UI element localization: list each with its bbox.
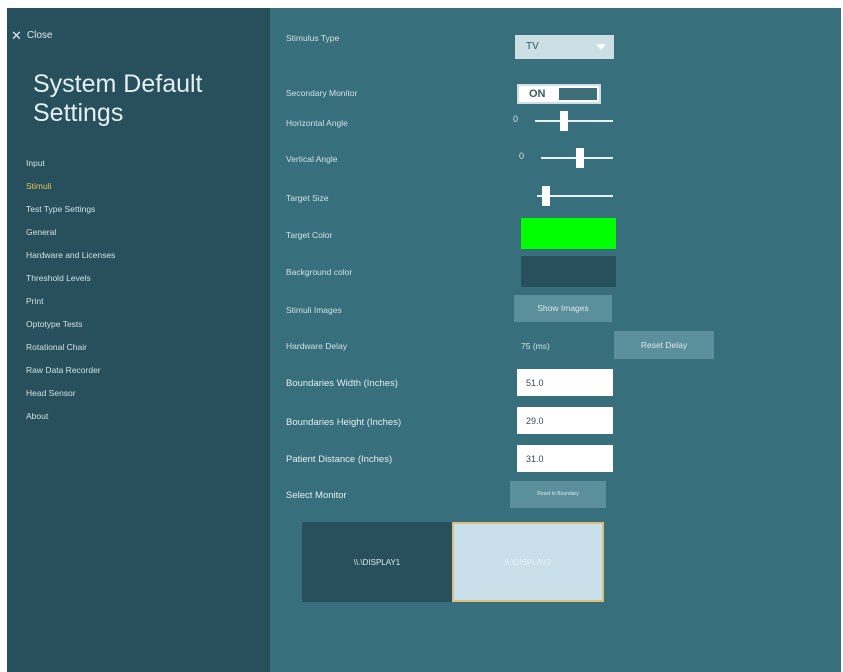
boundaries-height-label: Boundaries Height (Inches): [286, 417, 402, 428]
select-monitor-label: Select Monitor: [286, 490, 347, 501]
sidebar-item-head-sensor[interactable]: Head Sensor: [26, 382, 115, 405]
vertical-angle-label: Vertical Angle: [286, 154, 338, 164]
sidebar-item-about[interactable]: About: [26, 405, 115, 428]
horizontal-angle-min: 0: [513, 114, 519, 124]
hardware-delay-value: 75 (ms): [521, 341, 550, 351]
slider-thumb[interactable]: [542, 186, 550, 206]
slider-thumb[interactable]: [576, 148, 584, 168]
show-images-button[interactable]: Show Images: [514, 295, 612, 322]
patient-distance-input[interactable]: [517, 445, 613, 472]
secondary-monitor-label: Secondary Monitor: [286, 88, 358, 98]
chevron-down-icon: [596, 44, 606, 50]
monitor-display2[interactable]: \\.\DISPLAY2: [452, 522, 604, 602]
toggle-knob: [559, 88, 597, 100]
target-size-slider[interactable]: [537, 186, 613, 206]
sidebar-item-test-type-settings[interactable]: Test Type Settings: [26, 198, 115, 221]
secondary-monitor-toggle[interactable]: ON: [517, 84, 601, 104]
stimuli-images-label: Stimuli Images: [286, 305, 342, 315]
monitor-selector: \\.\DISPLAY1 \\.\DISPLAY2: [302, 520, 613, 608]
vertical-angle-min: 0: [519, 151, 525, 161]
slider-track: [535, 120, 613, 122]
sidebar-item-rotational-chair[interactable]: Rotational Chair: [26, 336, 115, 359]
stimulus-type-label: Stimulus Type: [286, 33, 340, 43]
monitor-display1[interactable]: \\.\DISPLAY1: [302, 522, 452, 602]
sidebar-item-input[interactable]: Input: [26, 152, 115, 175]
vertical-angle-slider[interactable]: 0: [519, 148, 613, 168]
boundaries-width-input[interactable]: [517, 369, 613, 396]
sidebar-item-stimuli[interactable]: Stimuli: [26, 175, 115, 198]
sidebar-item-hardware-and-licenses[interactable]: Hardware and Licenses: [26, 244, 115, 267]
settings-window: ✕ Close System Default Settings Input St…: [7, 8, 841, 672]
close-icon: ✕: [11, 27, 22, 43]
boundaries-height-input[interactable]: [517, 407, 613, 434]
reset-to-boundary-button[interactable]: Reset to Boundary: [510, 481, 606, 508]
horizontal-angle-label: Horizontal Angle: [286, 118, 348, 128]
close-button[interactable]: ✕ Close: [11, 27, 53, 43]
stimulus-type-value: TV: [526, 41, 539, 52]
background-color-label: Background color: [286, 267, 353, 277]
sidebar-item-general[interactable]: General: [26, 221, 115, 244]
boundaries-width-label: Boundaries Width (Inches): [286, 378, 398, 389]
target-color-swatch[interactable]: [521, 218, 616, 249]
page-title: System Default Settings: [33, 70, 203, 127]
sidebar-item-print[interactable]: Print: [26, 290, 115, 313]
hardware-delay-label: Hardware Delay: [286, 341, 347, 351]
secondary-monitor-state: ON: [529, 88, 546, 100]
reset-delay-button[interactable]: Reset Delay: [614, 331, 714, 359]
target-color-label: Target Color: [286, 230, 333, 240]
close-label: Close: [26, 30, 53, 41]
sidebar-nav: Input Stimuli Test Type Settings General…: [26, 152, 115, 428]
patient-distance-label: Patient Distance (Inches): [286, 454, 393, 465]
stimulus-type-dropdown[interactable]: TV: [515, 35, 614, 59]
horizontal-angle-slider[interactable]: 0: [513, 111, 613, 131]
target-size-label: Target Size: [286, 193, 329, 203]
sidebar-item-optotype-tests[interactable]: Optotype Tests: [26, 313, 115, 336]
sidebar-item-threshold-levels[interactable]: Threshold Levels: [26, 267, 115, 290]
sidebar: ✕ Close System Default Settings Input St…: [7, 8, 270, 672]
sidebar-item-raw-data-recorder[interactable]: Raw Data Recorder: [26, 359, 115, 382]
background-color-swatch[interactable]: [521, 256, 616, 287]
slider-thumb[interactable]: [560, 111, 568, 131]
